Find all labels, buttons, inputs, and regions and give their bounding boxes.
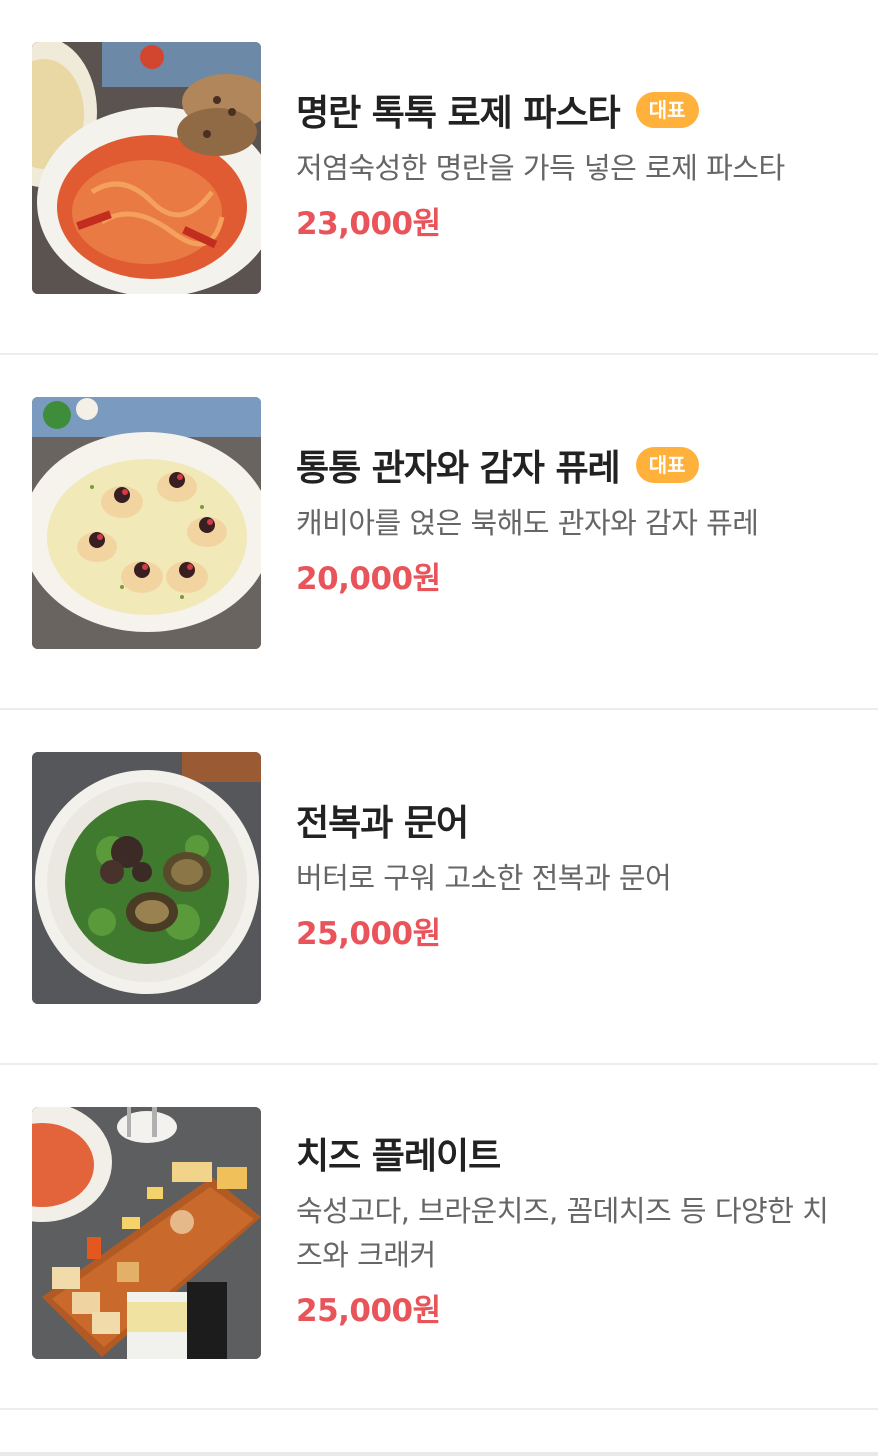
abalone-octopus-photo [32,752,261,1004]
menu-item-price: 25,000원 [296,916,441,952]
menu-item-description: 숙성고다, 브라운치즈, 꼼데치즈 등 다양한 치즈와 크래커 [296,1194,829,1272]
title-row: 치즈 플레이트 [296,1129,841,1177]
menu-item-info: 통통 관자와 감자 퓨레 대표 캐비아를 얹은 북해도 관자와 감자 퓨레 20… [296,441,841,598]
menu-item-name: 통통 관자와 감자 퓨레 [296,448,621,489]
menu-item-description: 캐비아를 얹은 북해도 관자와 감자 퓨레 [296,506,759,540]
signature-badge: 대표 [635,92,699,128]
menu-list: 명란 톡톡 로제 파스타 대표 저염숙성한 명란을 가득 넣은 로제 파스타 2… [0,0,878,1456]
title-row: 전복과 문어 [296,796,841,844]
scallop-photo [32,397,261,649]
menu-item-description: 저염숙성한 명란을 가득 넣은 로제 파스타 [296,151,785,185]
bottom-divider [0,1452,878,1456]
menu-item-name: 전복과 문어 [296,803,469,844]
menu-item-price: 20,000원 [296,561,441,597]
menu-item-info: 명란 톡톡 로제 파스타 대표 저염숙성한 명란을 가득 넣은 로제 파스타 2… [296,86,841,243]
title-row: 명란 톡톡 로제 파스타 대표 [296,86,841,134]
menu-item-name: 치즈 플레이트 [296,1136,501,1177]
menu-item[interactable]: 치즈 플레이트 숙성고다, 브라운치즈, 꼼데치즈 등 다양한 치즈와 크래커 … [0,1065,878,1410]
menu-item-info: 치즈 플레이트 숙성고다, 브라운치즈, 꼼데치즈 등 다양한 치즈와 크래커 … [296,1129,841,1330]
menu-item-price: 25,000원 [296,1293,441,1329]
signature-badge: 대표 [635,447,699,483]
menu-item[interactable]: 명란 톡톡 로제 파스타 대표 저염숙성한 명란을 가득 넣은 로제 파스타 2… [0,0,878,355]
pasta-photo [32,42,261,294]
menu-item-description: 버터로 구워 고소한 전복과 문어 [296,861,672,895]
cheese-plate-photo [32,1107,261,1359]
menu-item-name: 명란 톡톡 로제 파스타 [296,93,621,134]
menu-item-price: 23,000원 [296,206,441,242]
title-row: 통통 관자와 감자 퓨레 대표 [296,441,841,489]
menu-item-info: 전복과 문어 버터로 구워 고소한 전복과 문어 25,000원 [296,796,841,953]
menu-item[interactable]: 통통 관자와 감자 퓨레 대표 캐비아를 얹은 북해도 관자와 감자 퓨레 20… [0,355,878,710]
menu-item[interactable]: 전복과 문어 버터로 구워 고소한 전복과 문어 25,000원 [0,710,878,1065]
